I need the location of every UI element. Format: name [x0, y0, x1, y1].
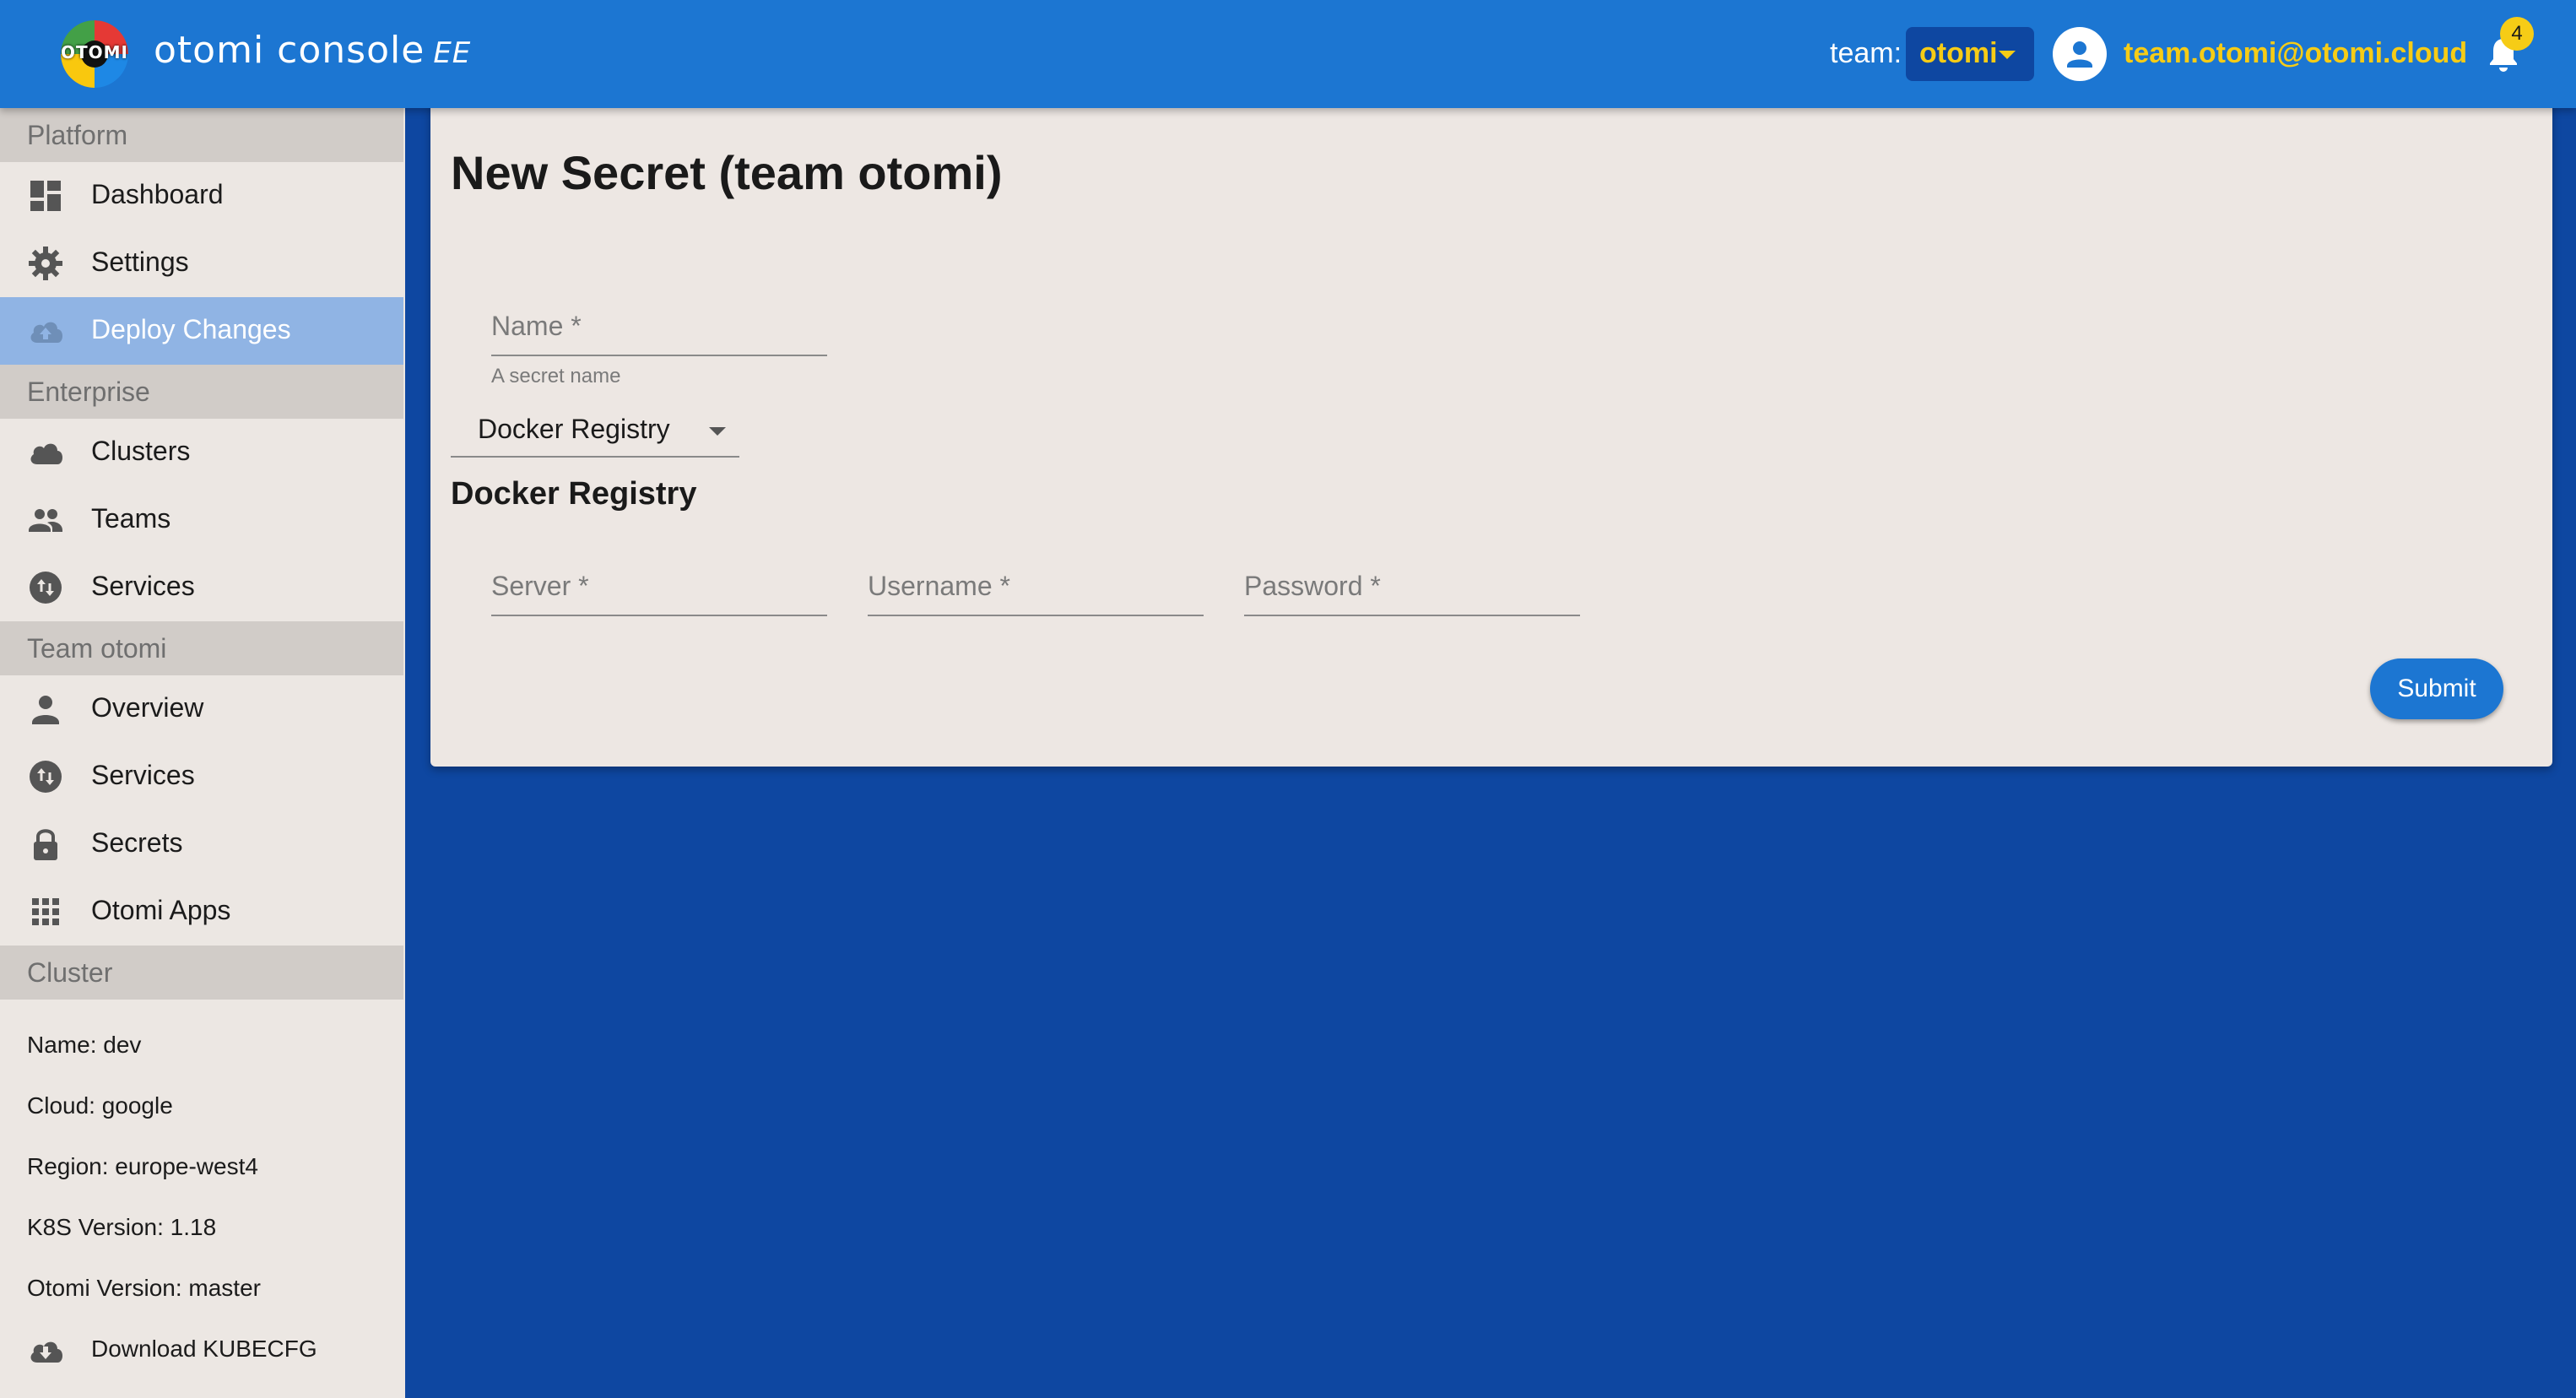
- app-title-text: otomi console: [154, 29, 425, 72]
- username-input-placeholder: Username *: [868, 571, 1010, 601]
- sidebar-item-label: Secrets: [91, 827, 183, 858]
- team-select-value: otomi: [1919, 37, 1998, 69]
- chevron-down-icon: [709, 427, 726, 436]
- team-label: team:: [1830, 37, 1902, 69]
- cluster-region: Region: europe-west4: [27, 1153, 258, 1179]
- sidebar-item-deploy-changes[interactable]: Deploy Changes: [0, 297, 403, 365]
- section-platform: Platform: [0, 108, 403, 162]
- cluster-cloud: Cloud: google: [27, 1092, 173, 1119]
- gear-icon: [29, 247, 62, 280]
- name-input[interactable]: Name *: [491, 306, 827, 356]
- password-input-placeholder: Password *: [1244, 571, 1381, 601]
- cluster-otomi-version: Otomi Version: master: [27, 1275, 261, 1301]
- download-kubecfg-button[interactable]: Download KUBECFG: [0, 1317, 403, 1384]
- lock-icon: [34, 829, 57, 860]
- sidebar-item-label: Otomi Apps: [91, 895, 231, 925]
- sidebar-item-overview[interactable]: Overview: [0, 675, 403, 743]
- cloud-upload-icon: [30, 322, 62, 343]
- swap-icon: [30, 572, 62, 604]
- sidebar-item-team-services[interactable]: Services: [0, 743, 403, 810]
- download-kubecfg-label: Download KUBECFG: [91, 1336, 317, 1362]
- section-cluster-label: Cluster: [27, 957, 113, 988]
- sidebar-item-label: Settings: [91, 247, 189, 277]
- sidebar-item-label: Overview: [91, 692, 204, 723]
- cloud-icon: [30, 443, 62, 464]
- chevron-down-icon: [1999, 51, 2016, 59]
- submit-button[interactable]: Submit: [2370, 658, 2503, 719]
- sidebar-item-teams[interactable]: Teams: [0, 486, 403, 554]
- sidebar-item-label: Services: [91, 760, 195, 790]
- username-input[interactable]: Username *: [868, 566, 1204, 616]
- app-header: OTOMI otomi console EE team: otomi team.o…: [0, 0, 2576, 108]
- people-icon: [29, 509, 62, 532]
- otomi-logo[interactable]: OTOMI: [61, 20, 128, 88]
- person-icon: [2054, 29, 2105, 79]
- app-title: otomi console EE: [154, 29, 471, 72]
- name-helper-text: A secret name: [491, 365, 621, 387]
- sidebar-item-label: Clusters: [91, 436, 191, 466]
- sidebar-item-otomi-apps[interactable]: Otomi Apps: [0, 878, 403, 946]
- person-icon: [32, 696, 59, 724]
- secret-type-select[interactable]: Docker Registry: [451, 405, 739, 458]
- sidebar-item-secrets[interactable]: Secrets: [0, 810, 403, 878]
- sidebar: Platform Dashboard Settings Deploy Chang…: [0, 108, 405, 1398]
- sidebar-item-label: Teams: [91, 503, 171, 534]
- section-platform-label: Platform: [27, 120, 128, 150]
- notification-badge: 4: [2500, 17, 2534, 51]
- swap-icon: [30, 761, 62, 793]
- apps-grid-icon: [32, 898, 59, 925]
- server-input[interactable]: Server *: [491, 566, 827, 616]
- name-input-placeholder: Name *: [491, 311, 582, 341]
- edition-label: EE: [433, 36, 472, 70]
- team-select[interactable]: otomi: [1906, 27, 2034, 81]
- sidebar-item-label: Deploy Changes: [91, 314, 291, 344]
- password-input[interactable]: Password *: [1244, 566, 1580, 616]
- sidebar-item-clusters[interactable]: Clusters: [0, 419, 403, 486]
- secret-type-value: Docker Registry: [478, 414, 670, 444]
- sidebar-item-label: Dashboard: [91, 179, 224, 209]
- section-team-label: Team otomi: [27, 633, 167, 664]
- section-enterprise: Enterprise: [0, 365, 403, 419]
- server-input-placeholder: Server *: [491, 571, 589, 601]
- section-team: Team otomi: [0, 621, 403, 675]
- section-enterprise-label: Enterprise: [27, 377, 150, 407]
- section-cluster: Cluster: [0, 946, 403, 1000]
- user-avatar[interactable]: [2053, 27, 2107, 81]
- dashboard-icon: [30, 181, 61, 211]
- page-title: New Secret (team otomi): [451, 146, 1003, 199]
- logo-text: OTOMI: [61, 42, 128, 62]
- docker-registry-heading: Docker Registry: [451, 476, 697, 512]
- sidebar-item-dashboard[interactable]: Dashboard: [0, 162, 403, 230]
- sidebar-item-settings[interactable]: Settings: [0, 230, 403, 297]
- user-email-link[interactable]: team.otomi@otomi.cloud: [2124, 37, 2467, 70]
- cluster-k8s-version: K8S Version: 1.18: [27, 1214, 217, 1240]
- cluster-name: Name: dev: [27, 1032, 142, 1058]
- sidebar-item-label: Services: [91, 571, 195, 601]
- sidebar-item-platform-services[interactable]: Services: [0, 554, 403, 621]
- cloud-download-icon: [30, 1341, 62, 1363]
